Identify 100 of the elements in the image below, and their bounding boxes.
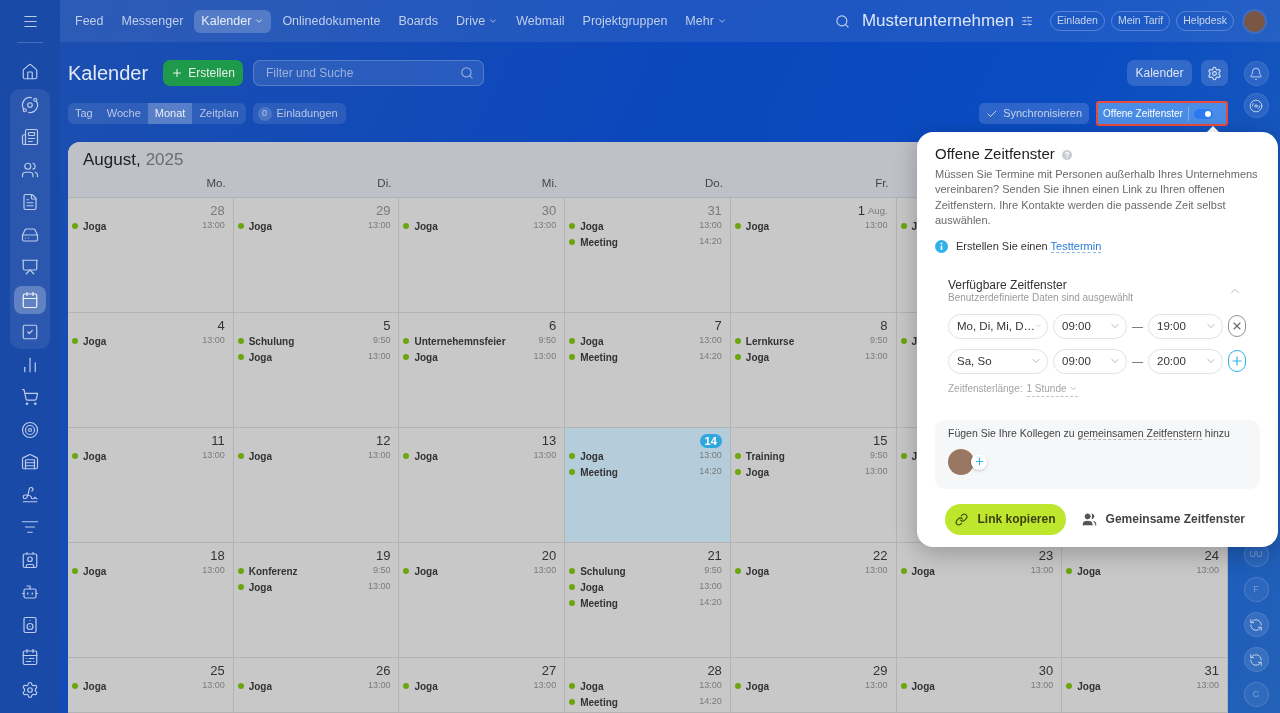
event-title[interactable]: Lernkurse [745,333,795,349]
event-title[interactable]: Joga [580,678,604,694]
event-title[interactable]: Joga [83,218,107,234]
view-tab[interactable]: Zeitplan [192,103,246,124]
event-title[interactable]: Joga [83,563,107,579]
popup-title: Offene Zeitfenster [935,144,1055,165]
event-time: 13:00 [865,219,888,233]
shared-slots-button[interactable]: Gemeinsame Zeitfenster [1081,503,1245,535]
calendar-button[interactable]: Kalender [1127,60,1192,86]
event-title[interactable]: Meeting [580,694,618,710]
event-time: 9:50 [538,334,557,348]
event-title[interactable]: Joga [911,678,935,694]
event-title[interactable]: Schulung [580,563,626,579]
event-title[interactable]: J [911,448,918,464]
event-title[interactable]: Joga [248,218,273,234]
time-select[interactable]: 20:00 [1148,348,1223,374]
event-title[interactable]: Joga [414,448,438,464]
day-number: 6 [548,319,557,333]
days-select[interactable]: Sa, So [948,348,1048,374]
time-select[interactable]: 09:00 [1053,348,1127,374]
event-title[interactable]: Joga [414,218,438,234]
event-title[interactable]: Meeting [580,234,618,250]
time-select[interactable]: 09:00 [1053,313,1127,339]
calendar-icon [21,290,39,309]
nav-tab[interactable]: Messenger [114,9,191,33]
test-event-link[interactable]: Testtermin [1050,239,1102,253]
nav-tab[interactable]: Mehr [678,9,734,33]
bell-icon[interactable] [1243,61,1269,86]
event-title[interactable]: Joga [580,448,604,464]
nav-tab[interactable]: Drive [449,9,506,33]
event-title[interactable]: Meeting [580,595,618,611]
event-time: 13:00 [1196,679,1219,693]
day-number: 19 [375,549,391,563]
view-tab[interactable]: Monat [147,103,193,124]
presentation-icon [21,258,39,277]
event-title[interactable]: Joga [1077,563,1101,579]
add-slot-button[interactable] [1228,350,1246,373]
invitations-button[interactable]: 0 Einladungen [252,103,346,124]
search-icon[interactable] [834,13,850,29]
event-title[interactable]: Joga [248,349,273,365]
day-number: 26 [375,664,391,678]
event-title[interactable]: Joga [911,563,935,579]
event-time: 9:50 [870,449,888,463]
view-tab[interactable]: Woche [99,103,148,124]
copy-link-button[interactable]: Link kopieren [945,503,1066,535]
refresh-icon[interactable] [1243,612,1269,637]
toggle-switch[interactable] [1193,108,1213,119]
event-title[interactable]: Joga [580,218,604,234]
event-title[interactable]: Joga [83,678,107,694]
remove-slot-button[interactable] [1228,315,1246,338]
refresh-icon[interactable] [1243,647,1269,672]
time-select[interactable]: 19:00 [1148,313,1223,339]
event-title[interactable]: Konferenz [248,563,298,579]
nav-tab[interactable]: Webmail [509,9,572,33]
month-title: August, [83,150,141,170]
event-title[interactable]: Joga [83,333,107,349]
nav-tab[interactable]: Onlinedokumente [275,9,388,33]
shared-slots-link[interactable]: gemeinsamen Zeitfenstern [1077,426,1202,440]
event-title[interactable]: Joga [745,349,770,365]
home-icon [21,63,39,82]
event-title[interactable]: Joga [414,349,438,365]
settings-button[interactable] [1201,60,1228,86]
company-name[interactable]: Musterunternehmen [861,8,1014,34]
event-title[interactable]: Joga [745,464,770,480]
view-tab[interactable]: Tag [68,103,100,124]
slot-length-label: Zeitfensterlänge: [948,382,1023,397]
add-colleague-button[interactable] [971,453,987,470]
event-title[interactable]: Joga [745,563,770,579]
sliders-icon[interactable] [1021,15,1033,27]
days-select[interactable]: Mo, Di, Mi, D… [948,313,1048,339]
event-title[interactable]: Joga [1077,678,1101,694]
nav-tab[interactable]: Boards [391,9,445,33]
event-title[interactable]: J [911,218,918,234]
event-title[interactable]: Training [745,448,785,464]
event-title[interactable]: Joga [580,579,604,595]
event-title[interactable]: Joga [248,579,273,595]
nav-tab[interactable]: Feed [68,9,111,33]
event-time: 13:00 [699,334,722,348]
event-title[interactable]: Unternehemnsfeier [414,333,506,349]
nav-tab[interactable]: Kalender [194,9,272,33]
event-title[interactable]: Joga [414,563,438,579]
day-number: 28 [210,204,225,218]
event-time: 14:20 [699,350,722,364]
event-title[interactable]: Joga [580,333,604,349]
event-title[interactable]: Schulung [248,333,295,349]
sidebar-button[interactable] [14,285,46,314]
event-title[interactable]: Joga [248,448,273,464]
event-time: 13:00 [865,564,888,578]
event-title[interactable]: Meeting [580,349,618,365]
event-title[interactable]: Joga [745,218,770,234]
sync-button[interactable]: Synchronisieren [979,103,1089,124]
event-time: 13:00 [202,449,225,463]
event-title[interactable]: Joga [83,448,107,464]
users-icon [21,160,39,179]
event-title[interactable]: Meeting [580,464,618,480]
nav-tab[interactable]: Projektgruppen [575,9,675,33]
event-title[interactable]: Joga [414,678,438,694]
event-title[interactable]: Joga [248,678,273,694]
event-title[interactable]: J [911,333,918,349]
event-title[interactable]: Joga [745,678,770,694]
